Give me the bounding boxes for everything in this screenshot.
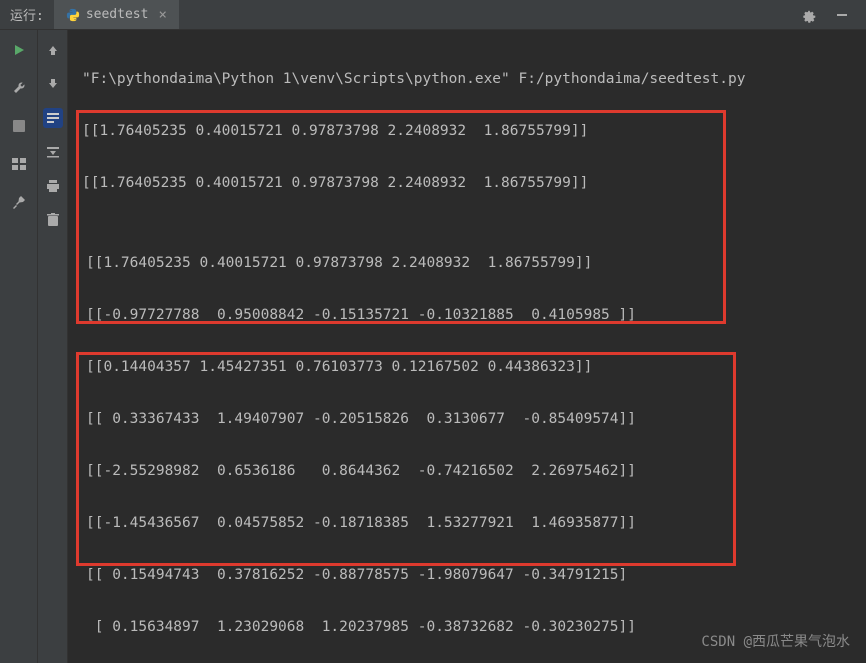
wrench-icon[interactable] xyxy=(9,78,29,98)
output-line: [[ 0.33367433 1.49407907 -0.20515826 0.3… xyxy=(86,406,848,432)
run-tab[interactable]: seedtest × xyxy=(54,0,179,29)
pin-icon[interactable] xyxy=(9,192,29,212)
gear-icon[interactable] xyxy=(798,5,818,25)
left-tool-rail xyxy=(38,30,68,663)
output-line: [[-2.55298982 0.6536186 0.8644362 -0.742… xyxy=(86,458,848,484)
minimize-icon[interactable] xyxy=(832,5,852,25)
print-icon[interactable] xyxy=(43,176,63,196)
console-output[interactable]: "F:\pythondaima\Python 1\venv\Scripts\py… xyxy=(68,30,866,663)
tab-name: seedtest xyxy=(86,7,149,22)
output-line: [[0.14404357 1.45427351 0.76103773 0.121… xyxy=(86,354,848,380)
output-line: [[1.76405235 0.40015721 0.97873798 2.240… xyxy=(82,118,852,144)
up-arrow-icon[interactable] xyxy=(43,40,63,60)
highlighted-block-1: [[1.76405235 0.40015721 0.97873798 2.240… xyxy=(82,222,852,663)
close-tab-icon[interactable]: × xyxy=(154,7,166,23)
trash-icon[interactable] xyxy=(43,210,63,230)
output-line: [[ 0.15494743 0.37816252 -0.88778575 -1.… xyxy=(86,562,848,588)
down-arrow-icon[interactable] xyxy=(43,74,63,94)
python-icon xyxy=(66,8,80,22)
scroll-to-end-icon[interactable] xyxy=(43,142,63,162)
soft-wrap-icon[interactable] xyxy=(43,108,63,128)
header-bar: 运行: seedtest × xyxy=(0,0,866,30)
layout-icon[interactable] xyxy=(9,154,29,174)
command-line: "F:\pythondaima\Python 1\venv\Scripts\py… xyxy=(82,66,852,92)
stop-icon[interactable] xyxy=(9,116,29,136)
run-icon[interactable] xyxy=(9,40,29,60)
output-line: [[-0.97727788 0.95008842 -0.15135721 -0.… xyxy=(86,302,848,328)
output-line: [[1.76405235 0.40015721 0.97873798 2.240… xyxy=(82,170,852,196)
output-line: [[-1.45436567 0.04575852 -0.18718385 1.5… xyxy=(86,510,848,536)
left-action-rail xyxy=(0,30,38,663)
watermark: CSDN @西瓜芒果气泡水 xyxy=(701,631,850,651)
output-line: [[1.76405235 0.40015721 0.97873798 2.240… xyxy=(86,250,848,276)
run-label: 运行: xyxy=(0,5,54,24)
